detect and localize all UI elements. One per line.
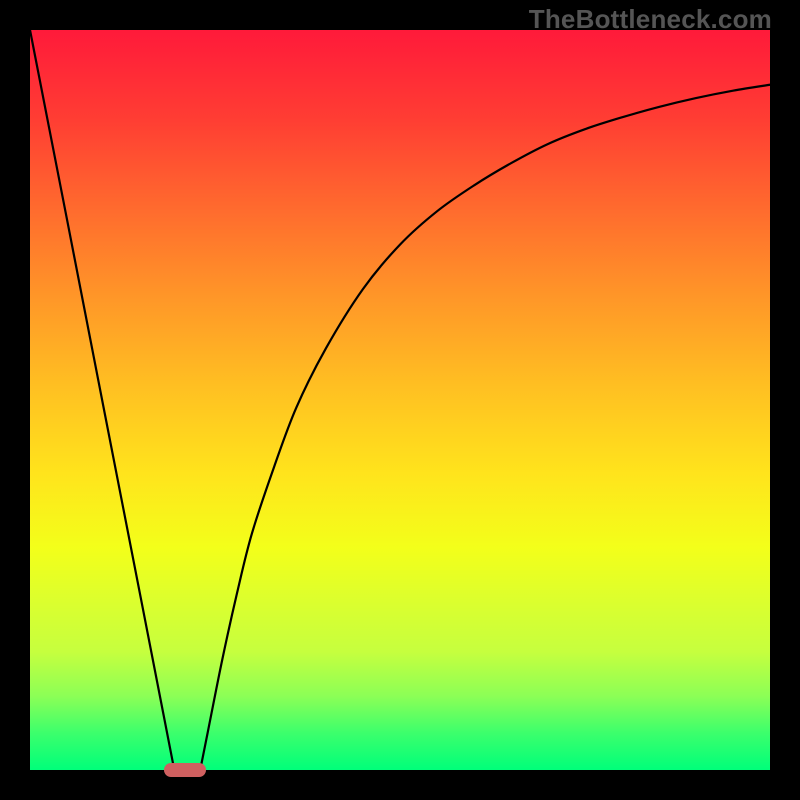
curve-right-rise [200,85,770,770]
curve-svg [30,30,770,770]
curve-left-descent [30,30,174,770]
bottleneck-marker [164,763,206,777]
plot-area [30,30,770,770]
chart-frame: TheBottleneck.com [0,0,800,800]
